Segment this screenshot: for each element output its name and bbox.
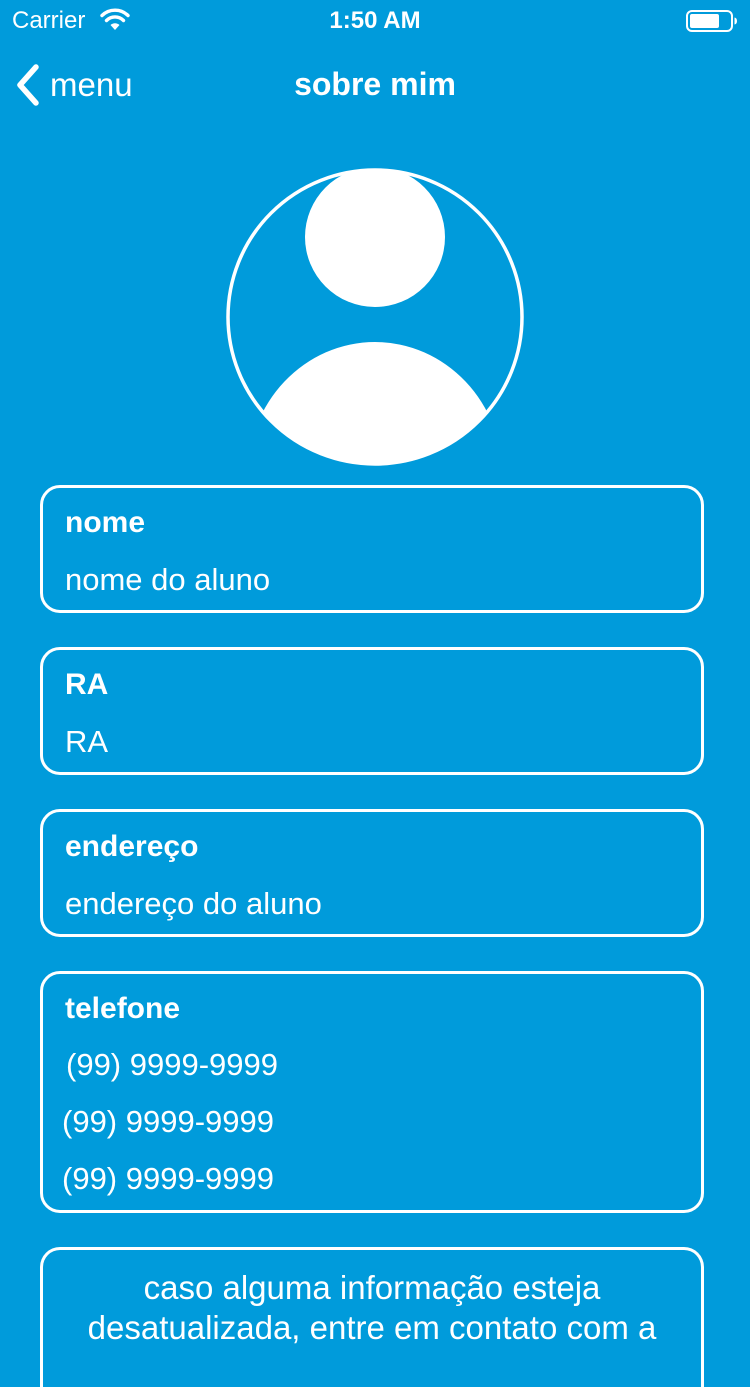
ra-card: RA RA	[40, 647, 704, 775]
telefone-value-3: (99) 9999-9999	[62, 1161, 274, 1196]
ra-value: RA	[65, 724, 109, 759]
status-bar: Carrier 1:50 AM	[0, 0, 750, 40]
telefone-label: telefone	[65, 992, 181, 1025]
notice-line-2: desatualizada, entre em contato com a	[87, 1309, 657, 1346]
endereco-label: endereço	[65, 830, 199, 863]
user-avatar-icon	[226, 168, 524, 466]
ra-label: RA	[65, 668, 109, 701]
navigation-bar: menu sobre mim	[0, 40, 750, 128]
nome-card: nome nome do aluno	[40, 485, 704, 613]
endereco-value: endereço do aluno	[65, 886, 322, 921]
nome-label: nome	[65, 506, 146, 539]
telefone-card: telefone (99) 9999-9999 (99) 9999-9999 (…	[40, 971, 704, 1213]
notice-text: caso alguma informação esteja desatualiz…	[43, 1268, 701, 1348]
status-time: 1:50 AM	[329, 7, 421, 34]
notice-line-1: caso alguma informação esteja	[143, 1269, 601, 1306]
telefone-value-2: (99) 9999-9999	[62, 1104, 274, 1139]
telefone-value-1: (99) 9999-9999	[66, 1047, 278, 1082]
notice-card: caso alguma informação esteja desatualiz…	[40, 1247, 704, 1387]
nome-value: nome do aluno	[65, 562, 271, 597]
page-title: sobre mim	[294, 66, 456, 102]
battery-icon	[686, 10, 737, 32]
endereco-card: endereço endereço do aluno	[40, 809, 704, 937]
